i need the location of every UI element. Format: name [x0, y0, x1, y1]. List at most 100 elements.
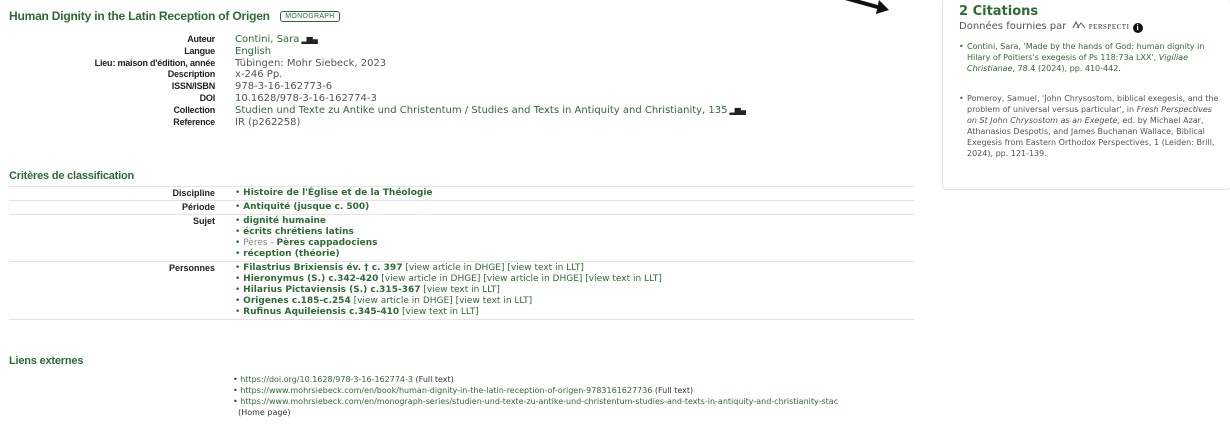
citation-item: • Pomeroy, Samuel, 'John Chrysostom, bib…: [959, 94, 1219, 158]
external-link[interactable]: https://www.mohrsiebeck.com/en/book/huma…: [240, 386, 652, 395]
meta-value: IR (p262258): [235, 116, 301, 128]
meta-row: ISSN/ISBN 978-3-16-162773-6: [0, 81, 745, 93]
list-item: • Filastrius Brixiensis év. † c. 397 [vi…: [235, 263, 584, 273]
citations-panel: 2 Citations Données fournies par PERSPEC…: [942, 0, 1230, 190]
meta-row: Lieu: maison d'édition, année Tübingen: M…: [0, 58, 745, 70]
meta-value[interactable]: Contini, Sara: [235, 34, 299, 45]
metadata-list: Auteur Contini, Sara ▂▆▄ Langue English Lieu:…: [0, 34, 747, 129]
criteria-row: Discipline • Histoire de l'Église et de l…: [9, 186, 914, 200]
item-term[interactable]: Origenes c.185-c.254: [243, 296, 351, 306]
meta-row: Collection Studien und Texte zu Antike un…: [0, 104, 747, 117]
item-term[interactable]: Hieronymus (S.) c.342-420: [243, 274, 378, 284]
meta-value: 10.1628/978-3-16-162774-3: [235, 92, 377, 104]
list-item: • Rufinus Aquileiensis c.345-410 [view t…: [235, 307, 479, 317]
item-term[interactable]: réception (théorie): [243, 249, 339, 259]
item-link[interactable]: [view text in LLT]: [585, 274, 662, 284]
external-link[interactable]: https://www.mohrsiebeck.com/en/monograph…: [240, 397, 838, 406]
page-title: Human Dignity in the Latin Reception of …: [9, 9, 270, 23]
item-link[interactable]: [view article in DHGE]: [483, 274, 582, 284]
perspecti-logo-icon: [1072, 20, 1085, 29]
meta-key: Langue: [184, 45, 215, 56]
meta-value-wrap: Studien und Texte zu Antike und Christen…: [215, 105, 747, 117]
list-item: • Antiquité (jusque c. 500): [235, 202, 370, 212]
criteria-bottom-rule: [9, 319, 914, 320]
provider-prefix: Données fournies par: [959, 21, 1067, 32]
list-item: • Hilarius Pictaviensis (S.) c.315-367 […: [235, 285, 500, 295]
meta-row: Langue English: [0, 46, 745, 58]
meta-key: ISSN/ISBN: [171, 81, 215, 92]
item-link[interactable]: [view article in DHGE]: [405, 263, 504, 273]
item-link[interactable]: [view text in LLT]: [456, 296, 533, 306]
meta-row: DOI 10.1628/978-3-16-162774-3: [0, 93, 745, 105]
stats-bars-icon[interactable]: ▂▆▄: [730, 105, 747, 117]
item-term[interactable]: écrits chrétiens latins: [243, 227, 354, 237]
meta-value-wrap: IR (p262258): [215, 117, 300, 129]
provider-name[interactable]: PERSPECTI: [1089, 23, 1130, 31]
list-item: • Origenes c.185-c.254 [view article in …: [235, 296, 533, 306]
criteria-values: • Filastrius Brixiensis év. † c. 397 [vi…: [235, 263, 662, 318]
meta-value[interactable]: English: [235, 46, 271, 57]
criteria-key: Sujet: [192, 216, 215, 226]
meta-value: Tübingen: Mohr Siebeck, 2023: [235, 57, 387, 69]
item-term[interactable]: Rufinus Aquileiensis c.345-410: [243, 307, 399, 317]
citation-item[interactable]: • Contini, Sara, 'Made by the hands of G…: [959, 41, 1221, 74]
item-link[interactable]: [view article in DHGE]: [354, 296, 453, 306]
link-note: (Full text): [415, 375, 454, 384]
meta-value-wrap: Contini, Sara ▂▆▄: [215, 34, 318, 46]
meta-value: 978-3-16-162773-6: [235, 81, 333, 93]
meta-key: Collection: [173, 104, 215, 115]
criteria-key: Période: [181, 202, 215, 212]
criteria-values: • dignité humaine • écrits chrétiens lati…: [235, 216, 378, 260]
item-term[interactable]: Histoire de l'Église et de la Théologie: [243, 188, 432, 198]
item-term[interactable]: Hilarius Pictaviensis (S.) c.315-367: [243, 285, 420, 295]
item-term[interactable]: dignité humaine: [243, 216, 326, 226]
info-icon[interactable]: i: [1132, 23, 1143, 33]
list-item: • Hieronymus (S.) c.342-420 [view articl…: [235, 274, 662, 284]
item-link[interactable]: [view article in DHGE]: [381, 274, 480, 284]
item-term[interactable]: Pères cappadociens: [277, 238, 378, 248]
meta-value[interactable]: Studien und Texte zu Antike und Christen…: [235, 105, 728, 116]
criteria-values: • Histoire de l'Église et de la Théologi…: [235, 188, 433, 199]
meta-value-wrap: Tübingen: Mohr Siebeck, 2023: [215, 58, 386, 70]
citations-provider: Données fournies par PERSPECTI i: [959, 20, 1143, 33]
item-term[interactable]: Antiquité (jusque c. 500): [243, 202, 369, 212]
meta-key: Reference: [173, 116, 215, 127]
criteria-row: Personnes • Filastrius Brixiensis év. † c…: [9, 261, 914, 319]
meta-row: Auteur Contini, Sara ▂▆▄: [0, 34, 745, 46]
stats-bars-icon[interactable]: ▂▆▄: [301, 34, 318, 46]
meta-value: x-246 Pp.: [235, 69, 283, 81]
criteria-heading: Critères de classification: [9, 170, 135, 182]
meta-row: Description x-246 Pp.: [0, 69, 745, 81]
criteria-key: Personnes: [168, 263, 215, 273]
list-item: • Histoire de l'Église et de la Théologi…: [235, 188, 433, 198]
list-item: • dignité humaine: [235, 216, 327, 226]
criteria-values: • Antiquité (jusque c. 500): [235, 202, 369, 213]
citations-title: 2 Citations: [959, 4, 1039, 19]
list-item: • écrits chrétiens latins: [235, 227, 354, 237]
criteria-key: Discipline: [172, 188, 215, 198]
item-link[interactable]: [view text in LLT]: [507, 263, 584, 273]
list-item: • réception (théorie): [235, 249, 340, 259]
item-link[interactable]: [view text in LLT]: [423, 285, 500, 295]
item-link[interactable]: [view text in LLT]: [402, 307, 479, 317]
criteria-row: Période • Antiquité (jusque c. 500): [9, 200, 914, 214]
meta-key: Lieu: maison d'édition, année: [94, 57, 216, 68]
link-note: (Home page): [238, 408, 291, 417]
meta-value-wrap: English: [215, 46, 271, 58]
meta-key: DOI: [199, 92, 216, 103]
list-item: • Pères - Pères cappadociens: [235, 238, 378, 248]
item-prefix[interactable]: Pères -: [243, 238, 276, 248]
criteria-row: Sujet • dignité humaine • écrits chrétiens…: [9, 214, 914, 261]
external-link[interactable]: https://doi.org/10.1628/978-3-16-162774-…: [240, 375, 413, 384]
external-links-list: • https://doi.org/10.1628/978-3-16-16277…: [233, 374, 838, 418]
meta-row: Reference IR (p262258): [0, 117, 745, 129]
meta-value-wrap: 978-3-16-162773-6: [215, 81, 332, 93]
item-term[interactable]: Filastrius Brixiensis év. † c. 397: [243, 263, 402, 273]
external-link-item: • https://www.mohrsiebeck.com/en/monogra…: [233, 397, 839, 417]
type-badge: MONOGRAPH: [280, 11, 340, 22]
link-note: (Full text): [654, 386, 694, 395]
criteria-table: Discipline • Histoire de l'Église et de l…: [9, 186, 914, 320]
external-links-heading: Liens externes: [9, 355, 84, 367]
meta-value-wrap: x-246 Pp.: [215, 69, 282, 81]
external-link-item: • https://doi.org/10.1628/978-3-16-16277…: [233, 375, 454, 384]
